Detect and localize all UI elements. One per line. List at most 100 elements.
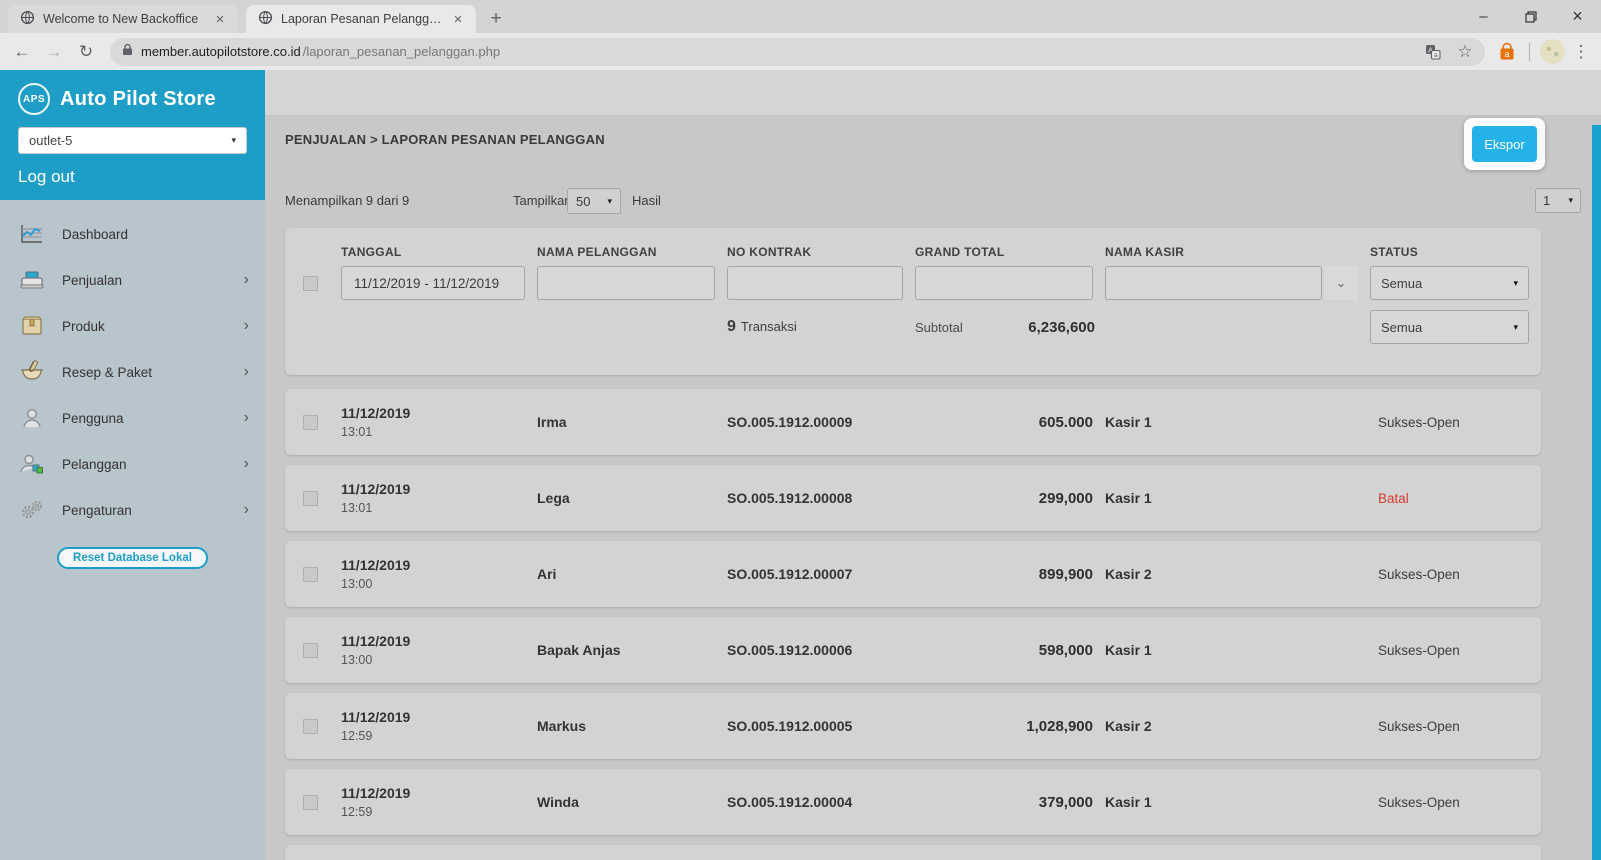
column-header-grand-total: GRAND TOTAL bbox=[915, 245, 1105, 259]
browser-tab-bar: Welcome to New Backoffice × Laporan Pesa… bbox=[0, 0, 1601, 33]
subtotal-value: 6,236,600 bbox=[1028, 319, 1095, 336]
browser-menu-kebab-icon[interactable]: ⋮ bbox=[1569, 40, 1593, 64]
breadcrumb: PENJUALAN > LAPORAN PESANAN PELANGGAN bbox=[285, 132, 605, 147]
row-time: 13:00 bbox=[341, 577, 537, 591]
chevron-right-icon: › bbox=[244, 455, 249, 473]
content-scrollbar[interactable] bbox=[1592, 125, 1601, 860]
gear-icon bbox=[18, 499, 46, 521]
table-row[interactable]: 11/12/201913:00 Bapak Anjas SO.005.1912.… bbox=[285, 617, 1541, 683]
row-contract-no: SO.005.1912.00005 bbox=[727, 718, 915, 734]
caret-down-icon: ▾ bbox=[1513, 278, 1518, 289]
cashier-filter-input[interactable] bbox=[1105, 266, 1322, 300]
date-range-filter-input[interactable]: 11/12/2019 - 11/12/2019 bbox=[341, 266, 525, 300]
new-tab-button[interactable]: + bbox=[482, 5, 510, 33]
row-cashier: Kasir 2 bbox=[1105, 566, 1370, 582]
status-filter-select[interactable]: Semua ▾ bbox=[1370, 266, 1529, 300]
status-filter-value: Semua bbox=[1381, 276, 1422, 291]
customer-name-filter-input[interactable] bbox=[537, 266, 715, 300]
table-row-partial[interactable] bbox=[285, 845, 1541, 860]
row-time: 13:01 bbox=[341, 425, 537, 439]
sidebar: APS Auto Pilot Store outlet-5 ▾ Log out … bbox=[0, 70, 265, 860]
row-customer: Irma bbox=[537, 414, 727, 430]
row-checkbox[interactable] bbox=[303, 795, 318, 810]
row-time: 13:00 bbox=[341, 653, 537, 667]
row-checkbox[interactable] bbox=[303, 567, 318, 582]
row-date: 11/12/2019 bbox=[341, 557, 537, 573]
table-row[interactable]: 11/12/201913:00 Ari SO.005.1912.00007 89… bbox=[285, 541, 1541, 607]
brand-title: Auto Pilot Store bbox=[60, 88, 216, 111]
lock-icon bbox=[122, 43, 133, 61]
sidebar-item-label: Dashboard bbox=[62, 227, 249, 242]
chevron-right-icon: › bbox=[244, 501, 249, 519]
row-contract-no: SO.005.1912.00007 bbox=[727, 566, 915, 582]
sidebar-item-resep-paket[interactable]: Resep & Paket › bbox=[0, 349, 265, 395]
sidebar-item-produk[interactable]: Produk › bbox=[0, 303, 265, 349]
row-date: 11/12/2019 bbox=[341, 633, 537, 649]
subtotal-label: Subtotal bbox=[915, 320, 963, 335]
row-checkbox[interactable] bbox=[303, 719, 318, 734]
grand-total-filter-input[interactable] bbox=[915, 266, 1093, 300]
reset-database-button[interactable]: Reset Database Lokal bbox=[57, 547, 208, 569]
row-checkbox[interactable] bbox=[303, 491, 318, 506]
forward-button-icon[interactable]: → bbox=[40, 38, 68, 66]
window-minimize-button[interactable]: – bbox=[1460, 0, 1507, 33]
row-time: 13:01 bbox=[341, 501, 537, 515]
table-filter-card: TANGGAL NAMA PELANGGAN NO KONTRAK GRAND … bbox=[285, 228, 1541, 375]
row-cashier: Kasir 1 bbox=[1105, 794, 1370, 810]
row-checkbox[interactable] bbox=[303, 415, 318, 430]
row-customer: Ari bbox=[537, 566, 727, 582]
window-restore-button[interactable] bbox=[1507, 0, 1554, 33]
address-bar[interactable]: member.autopilotstore.co.id/laporan_pesa… bbox=[110, 38, 1485, 66]
cashier-dropdown-chevron-icon[interactable]: ⌄ bbox=[1324, 266, 1358, 300]
browser-tab-backoffice[interactable]: Welcome to New Backoffice × bbox=[8, 5, 238, 33]
bookmark-star-icon[interactable]: ☆ bbox=[1453, 40, 1477, 64]
export-button-container: Ekspor bbox=[1464, 118, 1545, 170]
window-controls: – × bbox=[1460, 0, 1601, 33]
sidebar-header: APS Auto Pilot Store outlet-5 ▾ Log out bbox=[0, 70, 265, 200]
sidebar-item-penjualan[interactable]: Penjualan › bbox=[0, 257, 265, 303]
row-status: Sukses-Open bbox=[1370, 795, 1541, 810]
toolbar-divider bbox=[1529, 43, 1530, 61]
window-close-button[interactable]: × bbox=[1554, 0, 1601, 33]
sidebar-item-label: Produk bbox=[62, 319, 228, 334]
reload-button-icon[interactable]: ↻ bbox=[72, 38, 100, 66]
table-row[interactable]: 11/12/201912:59 Winda SO.005.1912.00004 … bbox=[285, 769, 1541, 835]
caret-down-icon: ▾ bbox=[231, 135, 236, 146]
select-all-checkbox[interactable] bbox=[303, 276, 318, 291]
tab-title: Welcome to New Backoffice bbox=[43, 12, 204, 26]
back-button-icon[interactable]: ← bbox=[8, 38, 36, 66]
extension-shopping-icon[interactable]: a bbox=[1495, 40, 1519, 64]
outlet-select[interactable]: outlet-5 ▾ bbox=[18, 127, 247, 154]
sidebar-item-pengaturan[interactable]: Pengaturan › bbox=[0, 487, 265, 533]
translate-icon[interactable]: Aa bbox=[1421, 40, 1445, 64]
tab-close-icon[interactable]: × bbox=[212, 11, 228, 28]
sidebar-item-dashboard[interactable]: Dashboard bbox=[0, 211, 265, 257]
caret-down-icon: ▾ bbox=[1513, 322, 1518, 333]
tab-close-icon[interactable]: × bbox=[450, 11, 466, 28]
page-number-select[interactable]: 1 ▾ bbox=[1535, 188, 1581, 213]
row-contract-no: SO.005.1912.00004 bbox=[727, 794, 915, 810]
row-contract-no: SO.005.1912.00008 bbox=[727, 490, 915, 506]
caret-down-icon: ▾ bbox=[1568, 195, 1573, 206]
date-range-value: 11/12/2019 - 11/12/2019 bbox=[354, 276, 499, 291]
browser-tab-laporan[interactable]: Laporan Pesanan Pelanggan × bbox=[246, 5, 476, 33]
user-icon bbox=[18, 407, 46, 429]
row-checkbox[interactable] bbox=[303, 643, 318, 658]
main-content: PENJUALAN > LAPORAN PESANAN PELANGGAN Ek… bbox=[265, 70, 1601, 860]
showing-count-text: Menampilkan 9 dari 9 bbox=[285, 193, 409, 208]
row-customer: Bapak Anjas bbox=[537, 642, 727, 658]
svg-text:a: a bbox=[1504, 49, 1509, 59]
profile-avatar[interactable] bbox=[1540, 39, 1565, 64]
logout-link[interactable]: Log out bbox=[18, 167, 247, 187]
sidebar-item-pengguna[interactable]: Pengguna › bbox=[0, 395, 265, 441]
aps-logo-icon: APS bbox=[18, 83, 50, 115]
table-row[interactable]: 11/12/201913:01 Lega SO.005.1912.00008 2… bbox=[285, 465, 1541, 531]
contract-no-filter-input[interactable] bbox=[727, 266, 903, 300]
status-filter-select-2[interactable]: Semua ▾ bbox=[1370, 310, 1529, 344]
export-button[interactable]: Ekspor bbox=[1472, 126, 1537, 162]
table-row[interactable]: 11/12/201912:59 Markus SO.005.1912.00005… bbox=[285, 693, 1541, 759]
browser-window: Welcome to New Backoffice × Laporan Pesa… bbox=[0, 0, 1601, 860]
table-row[interactable]: 11/12/201913:01 Irma SO.005.1912.00009 6… bbox=[285, 389, 1541, 455]
sidebar-item-pelanggan[interactable]: Pelanggan › bbox=[0, 441, 265, 487]
page-size-select[interactable]: 50 ▾ bbox=[567, 188, 621, 214]
